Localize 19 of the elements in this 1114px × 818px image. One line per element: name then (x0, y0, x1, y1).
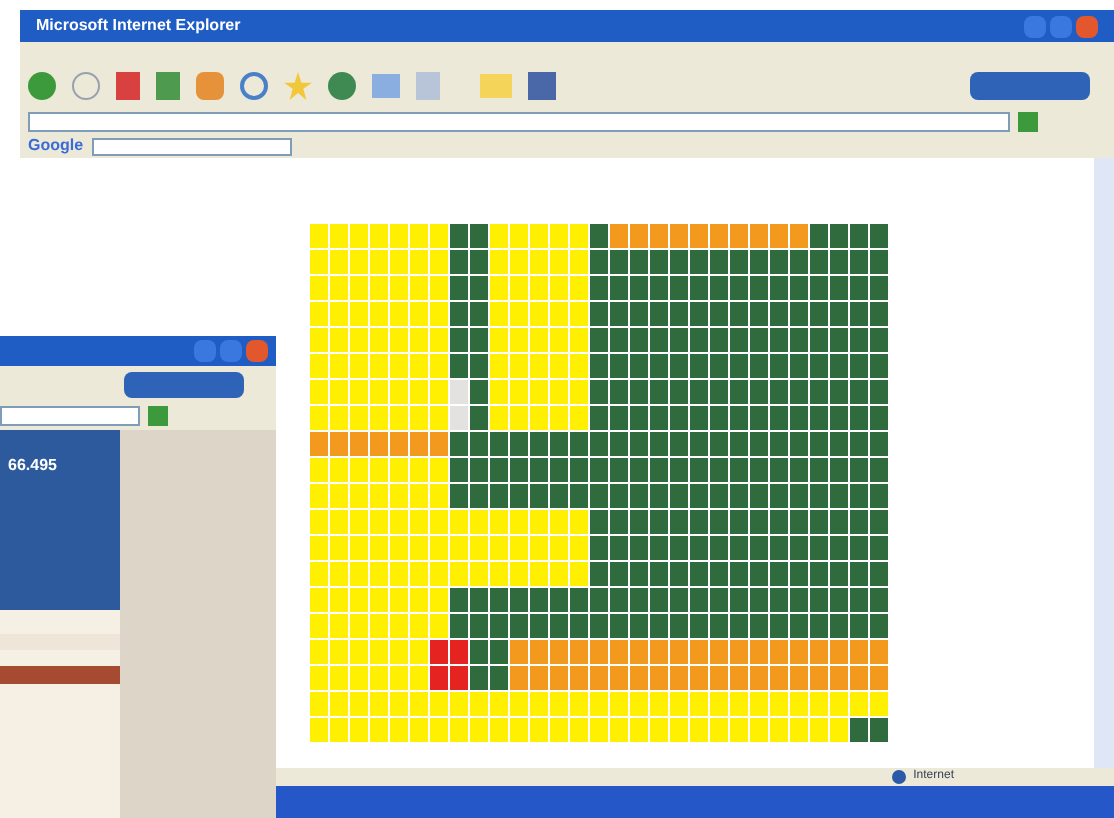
maximize-button[interactable] (1050, 15, 1072, 37)
close-button[interactable] (1076, 15, 1098, 37)
back-icon[interactable] (28, 72, 56, 100)
banner-text: 66.495 (8, 456, 57, 474)
search-icon[interactable] (240, 72, 268, 100)
maximize-button[interactable] (220, 340, 242, 362)
menu-item[interactable] (0, 634, 120, 650)
forward-icon[interactable] (72, 72, 100, 100)
toolbar-button[interactable] (124, 371, 244, 397)
address-field[interactable] (28, 112, 1010, 132)
window-title: Microsoft Internet Explorer (36, 14, 241, 38)
minimize-button[interactable] (194, 340, 216, 362)
address-field[interactable] (0, 406, 140, 426)
search-field[interactable] (91, 137, 292, 155)
scrollbar[interactable] (1094, 158, 1114, 768)
search-logo: Google (28, 134, 84, 158)
minimize-button[interactable] (1024, 15, 1046, 37)
close-button[interactable] (246, 340, 268, 362)
menu-heading (0, 666, 120, 684)
